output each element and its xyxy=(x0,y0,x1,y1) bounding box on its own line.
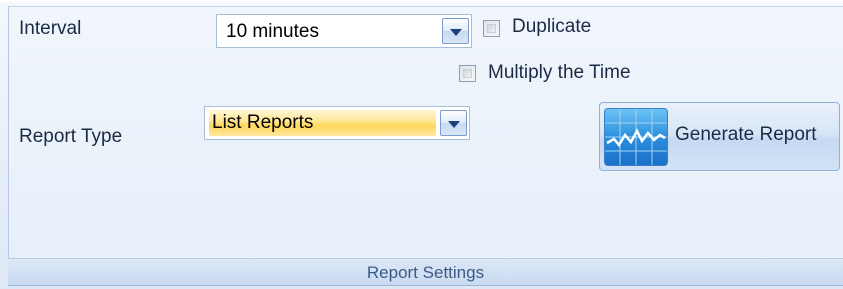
chevron-down-icon xyxy=(450,29,462,36)
interval-dropdown-button[interactable] xyxy=(442,18,469,44)
interval-value: 10 minutes xyxy=(226,21,319,42)
interval-label: Interval xyxy=(19,18,82,39)
ribbon-panel: Interval 10 minutes Duplicate Multiply t… xyxy=(0,0,843,289)
multiply-time-label: Multiply the Time xyxy=(488,62,631,83)
report-type-value: List Reports xyxy=(212,112,314,133)
report-type-dropdown-button[interactable] xyxy=(440,110,467,136)
report-type-label: Report Type xyxy=(19,126,123,147)
duplicate-label: Duplicate xyxy=(512,16,592,37)
chevron-down-icon xyxy=(448,121,460,128)
group-caption: Report Settings xyxy=(366,263,485,282)
interval-combobox[interactable]: 10 minutes xyxy=(216,14,472,48)
multiply-time-checkbox[interactable] xyxy=(459,65,476,82)
report-type-combobox[interactable]: List Reports xyxy=(204,106,470,140)
group-caption-bar: Report Settings xyxy=(8,258,843,285)
duplicate-checkbox[interactable] xyxy=(483,20,500,37)
chart-pulse-icon xyxy=(604,108,668,166)
generate-report-button[interactable]: Generate Report xyxy=(599,102,840,171)
generate-report-label: Generate Report xyxy=(675,124,817,145)
